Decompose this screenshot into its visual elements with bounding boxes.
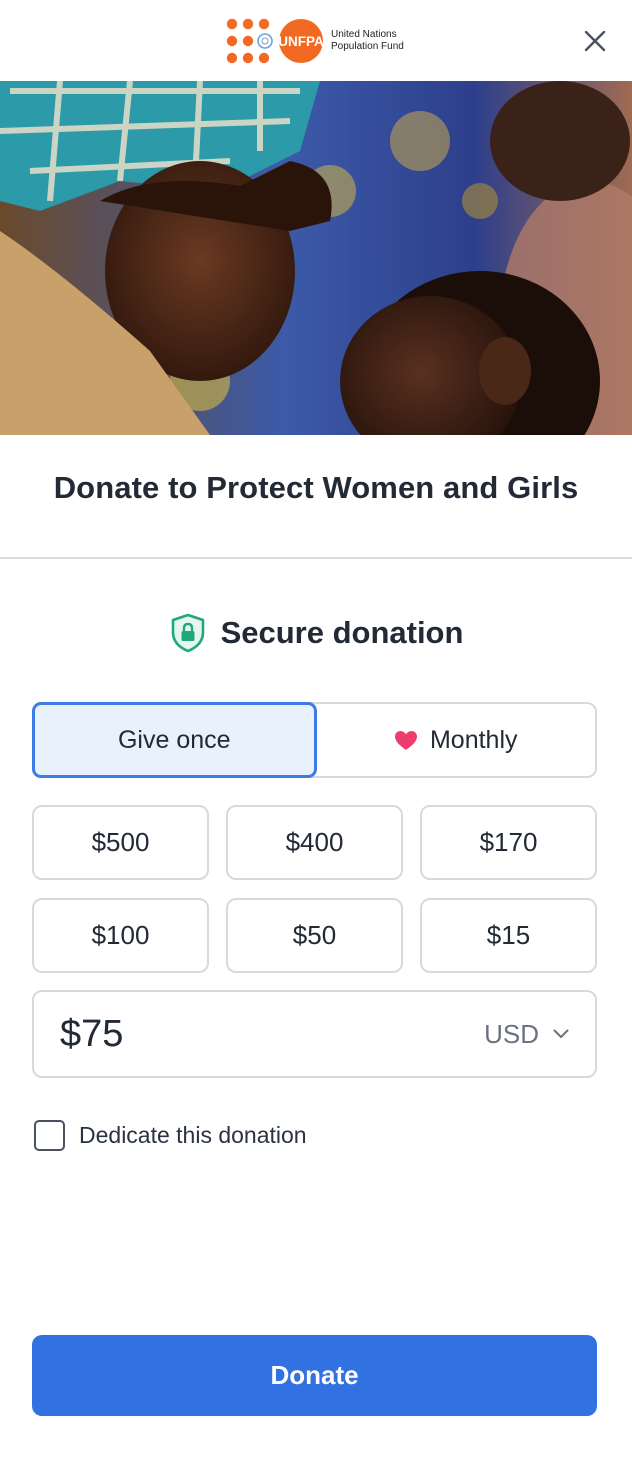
page-title: Donate to Protect Women and Girls [53,470,579,505]
photo-woman-and-child [0,81,632,435]
chevron-down-icon [553,1029,569,1038]
custom-amount-value[interactable]: $75 [60,1013,484,1056]
give-once-button[interactable]: Give once [32,702,317,778]
amount-option-15[interactable]: $15 [420,898,597,973]
header: UNFPA United Nations Population Fund [0,0,632,81]
currency-label: USD [484,1018,539,1049]
dedicate-checkbox[interactable] [34,1120,65,1151]
divider [0,557,632,559]
monthly-button[interactable]: Monthly [317,704,596,776]
dedicate-label: Dedicate this donation [79,1122,307,1148]
donate-button[interactable]: Donate [32,1335,597,1416]
logo-text: United Nations Population Fund [331,29,404,53]
close-button[interactable] [580,26,610,56]
amount-option-100[interactable]: $100 [32,898,209,973]
heart-icon [394,730,417,750]
dedicate-donation[interactable]: Dedicate this donation [34,1120,307,1151]
currency-select[interactable]: USD [484,1019,569,1050]
amount-option-170[interactable]: $170 [420,805,597,880]
custom-amount-field[interactable]: $75 USD [32,990,597,1078]
secure-donation-label: Secure donation [220,615,464,650]
amount-option-500[interactable]: $500 [32,805,209,880]
secure-donation-header: Secure donation [0,612,632,654]
amount-option-50[interactable]: $50 [226,898,403,973]
close-icon [584,30,606,52]
amount-option-400[interactable]: $400 [226,805,403,880]
logo-abbr: UNFPA [278,34,324,49]
monthly-label: Monthly [429,725,518,754]
logo-line-2: Population Fund [331,41,404,52]
shield-lock-icon [171,613,204,653]
frequency-toggle: Give once Monthly [32,702,597,778]
amount-grid: $500 $400 $170 $100 $50 $15 [32,805,597,973]
give-once-label: Give once [117,725,231,754]
hero-image [0,81,632,435]
logo-line-1: United Nations [331,29,397,40]
